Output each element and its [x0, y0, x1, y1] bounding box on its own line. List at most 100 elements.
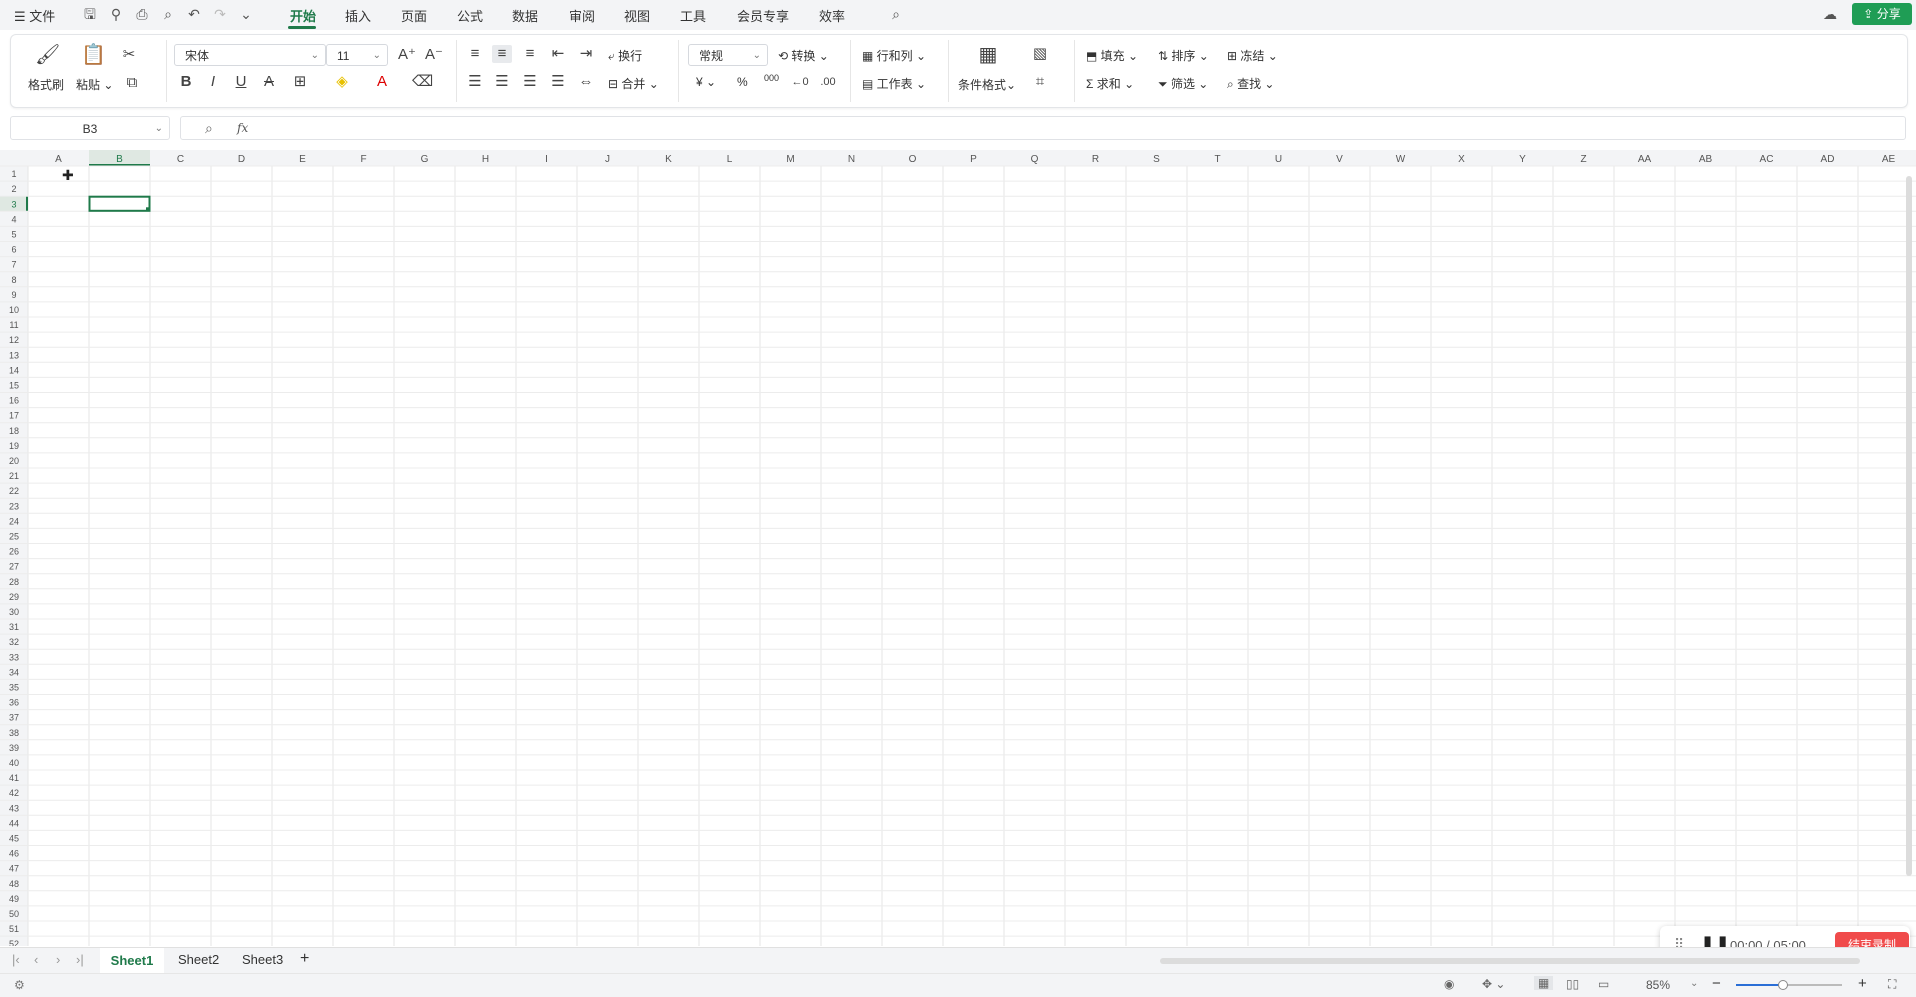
- tab-view[interactable]: 视图: [624, 6, 650, 25]
- column-header-AB[interactable]: AB: [1699, 154, 1713, 165]
- column-header-D[interactable]: D: [238, 154, 245, 165]
- column-header-A[interactable]: A: [55, 154, 62, 165]
- zoom-in-icon[interactable]: +: [1858, 975, 1867, 992]
- align-middle-icon[interactable]: ≡: [492, 45, 512, 63]
- prev-sheet-icon[interactable]: ‹: [34, 952, 38, 967]
- page-view-icon[interactable]: ▯▯: [1566, 977, 1579, 991]
- row-header-12[interactable]: 12: [9, 335, 19, 345]
- row-header-41[interactable]: 41: [9, 773, 19, 783]
- vertical-scrollbar[interactable]: [1906, 176, 1912, 876]
- first-sheet-icon[interactable]: |‹: [12, 952, 20, 967]
- row-header-49[interactable]: 49: [9, 894, 19, 904]
- row-header-31[interactable]: 31: [9, 622, 19, 632]
- column-header-U[interactable]: U: [1275, 154, 1282, 165]
- eye-icon[interactable]: ◉: [1444, 977, 1454, 991]
- cloud-icon[interactable]: ☁: [1822, 6, 1838, 22]
- row-header-9[interactable]: 9: [11, 290, 16, 300]
- fill-color-icon[interactable]: ◈: [332, 73, 352, 91]
- row-header-13[interactable]: 13: [9, 350, 19, 360]
- row-header-36[interactable]: 36: [9, 698, 19, 708]
- print-preview-icon[interactable]: ⌕: [160, 6, 176, 22]
- column-header-Y[interactable]: Y: [1519, 154, 1526, 165]
- row-header-43[interactable]: 43: [9, 803, 19, 813]
- percent-button[interactable]: %: [737, 75, 748, 89]
- cell-border-icon[interactable]: ⌗: [1030, 73, 1050, 91]
- column-header-O[interactable]: O: [909, 154, 917, 165]
- next-sheet-icon[interactable]: ›: [56, 952, 60, 967]
- share-link-icon[interactable]: ⚲: [108, 6, 124, 22]
- align-center-icon[interactable]: ☰: [492, 73, 512, 91]
- column-header-R[interactable]: R: [1092, 154, 1099, 165]
- active-cell[interactable]: [88, 195, 151, 212]
- filter-button[interactable]: ⏷ 筛选 ⌄: [1158, 75, 1208, 92]
- thousands-button[interactable]: 000: [764, 73, 779, 83]
- outdent-icon[interactable]: ⇤: [548, 45, 568, 63]
- tab-member[interactable]: 会员专享: [737, 6, 789, 25]
- indent-icon[interactable]: ⇥: [576, 45, 596, 63]
- row-header-48[interactable]: 48: [9, 879, 19, 889]
- row-header-42[interactable]: 42: [9, 788, 19, 798]
- chevron-down-icon[interactable]: ⌄: [238, 6, 254, 22]
- sheet-tab-2[interactable]: Sheet2: [178, 952, 219, 967]
- row-header-32[interactable]: 32: [9, 637, 19, 647]
- currency-button[interactable]: ¥ ⌄: [696, 75, 716, 89]
- column-header-H[interactable]: H: [482, 154, 489, 165]
- column-header-S[interactable]: S: [1153, 154, 1160, 165]
- row-header-15[interactable]: 15: [9, 381, 19, 391]
- column-header-W[interactable]: W: [1396, 154, 1406, 165]
- row-header-29[interactable]: 29: [9, 592, 19, 602]
- column-header-B[interactable]: B: [116, 154, 123, 165]
- distributed-icon[interactable]: ⇔: [576, 73, 596, 91]
- decrease-font-icon[interactable]: A⁻: [424, 46, 444, 64]
- row-header-30[interactable]: 30: [9, 607, 19, 617]
- align-left-icon[interactable]: ☰: [465, 73, 485, 91]
- row-header-27[interactable]: 27: [9, 562, 19, 572]
- row-header-14[interactable]: 14: [9, 365, 19, 375]
- zoom-formula-icon[interactable]: ⌕: [205, 120, 213, 137]
- cut-icon[interactable]: ✂: [119, 46, 139, 64]
- undo-icon[interactable]: ↶: [186, 6, 202, 22]
- formula-input[interactable]: ⌕ fx: [180, 116, 1906, 140]
- worksheet-button[interactable]: ▤ 工作表 ⌄: [862, 75, 926, 92]
- bold-button[interactable]: B: [176, 73, 196, 91]
- column-header-M[interactable]: M: [786, 154, 794, 165]
- redo-icon[interactable]: ↷: [212, 6, 228, 22]
- column-header-F[interactable]: F: [360, 154, 366, 165]
- column-header-Q[interactable]: Q: [1031, 154, 1039, 165]
- align-right-icon[interactable]: ☰: [520, 73, 540, 91]
- tab-tools[interactable]: 工具: [680, 6, 706, 25]
- row-header-33[interactable]: 33: [9, 652, 19, 662]
- row-header-45[interactable]: 45: [9, 834, 19, 844]
- row-header-19[interactable]: 19: [9, 441, 19, 451]
- underline-button[interactable]: U: [231, 73, 251, 91]
- paste-icon[interactable]: 📋: [81, 45, 106, 65]
- tab-review[interactable]: 审阅: [569, 6, 595, 25]
- sort-button[interactable]: ⇅ 排序 ⌄: [1158, 47, 1209, 64]
- column-header-P[interactable]: P: [970, 154, 977, 165]
- column-header-G[interactable]: G: [421, 154, 429, 165]
- copy-icon[interactable]: ⧉: [122, 74, 142, 92]
- column-header-AE[interactable]: AE: [1882, 154, 1896, 165]
- format-painter-icon[interactable]: 🖌: [35, 45, 60, 65]
- search-icon[interactable]: ⌕: [888, 6, 904, 22]
- row-header-40[interactable]: 40: [9, 758, 19, 768]
- file-menu[interactable]: ☰ 文件: [14, 6, 55, 25]
- row-header-1[interactable]: 1: [11, 169, 16, 179]
- format-painter-button[interactable]: 格式刷: [28, 76, 64, 93]
- column-header-N[interactable]: N: [848, 154, 855, 165]
- row-header-2[interactable]: 2: [11, 184, 16, 194]
- sheet-tab-1[interactable]: Sheet1: [100, 948, 164, 973]
- tab-home[interactable]: 开始: [290, 6, 316, 25]
- row-header-39[interactable]: 39: [9, 743, 19, 753]
- row-header-4[interactable]: 4: [11, 214, 16, 224]
- add-sheet-icon[interactable]: +: [300, 950, 309, 968]
- row-header-20[interactable]: 20: [9, 456, 19, 466]
- row-header-22[interactable]: 22: [9, 486, 19, 496]
- fullscreen-icon[interactable]: ⛶: [1888, 977, 1896, 992]
- strikethrough-icon[interactable]: A: [259, 73, 279, 91]
- row-header-7[interactable]: 7: [11, 260, 16, 270]
- increase-decimal-icon[interactable]: ←0: [790, 73, 810, 91]
- row-header-50[interactable]: 50: [9, 909, 19, 919]
- paste-button[interactable]: 粘贴 ⌄: [76, 76, 113, 93]
- column-header-AA[interactable]: AA: [1638, 154, 1652, 165]
